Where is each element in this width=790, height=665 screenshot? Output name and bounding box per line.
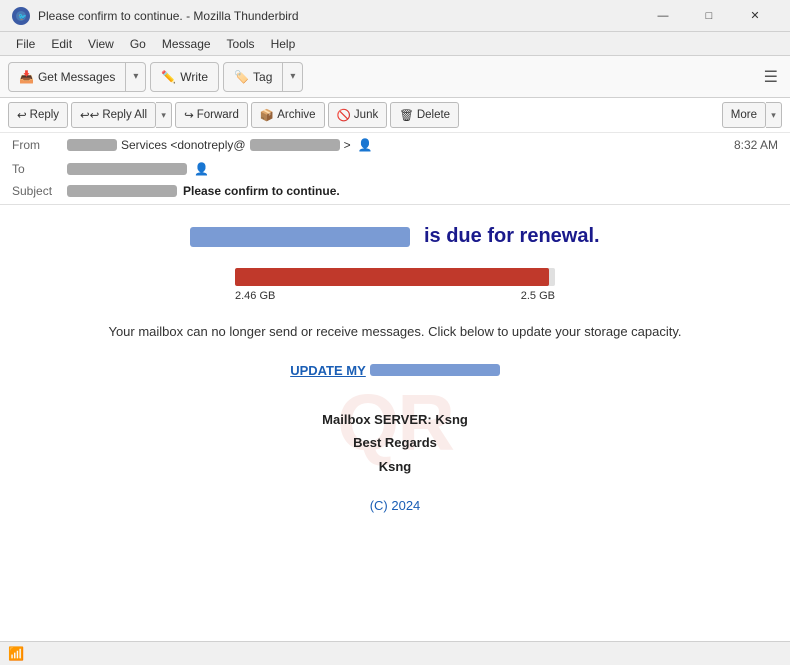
subject-text: Please confirm to continue. <box>183 184 340 198</box>
signature: Mailbox SERVER: Ksng Best Regards Ksng <box>95 408 695 478</box>
update-link[interactable]: UPDATE MY <box>290 363 500 378</box>
forward-button[interactable]: ↪ Forward <box>175 102 248 128</box>
email-content: is due for renewal. 2.46 GB 2.5 GB Your … <box>95 225 695 513</box>
tag-button[interactable]: 🏷️ Tag <box>223 62 283 92</box>
menu-message[interactable]: Message <box>154 35 219 53</box>
junk-icon: 🚫 <box>337 108 351 122</box>
renewal-title: is due for renewal. <box>95 225 695 248</box>
storage-total-label: 2.5 GB <box>521 290 555 302</box>
title-bar: 🐦 Please confirm to continue. - Mozilla … <box>0 0 790 32</box>
more-dropdown[interactable]: ▾ <box>766 102 782 128</box>
window-title: Please confirm to continue. - Mozilla Th… <box>38 9 299 23</box>
reply-all-dropdown[interactable]: ▾ <box>156 102 172 128</box>
signature-line2: Best Regards <box>95 431 695 454</box>
tag-dropdown[interactable]: ▾ <box>283 62 303 92</box>
subject-row: Subject Please confirm to continue. <box>0 181 790 204</box>
to-label: To <box>12 162 67 176</box>
email-time: 8:32 AM <box>734 138 778 152</box>
from-email-blurred <box>250 139 340 151</box>
tag-icon: 🏷️ <box>234 70 249 84</box>
menu-view[interactable]: View <box>80 35 122 53</box>
update-blurred <box>370 364 500 376</box>
hamburger-menu[interactable]: ☰ <box>760 63 782 91</box>
toolbar: 📥 Get Messages ▾ ✏️ Write 🏷️ Tag ▾ ☰ <box>0 56 790 98</box>
update-link-container: UPDATE MY <box>95 363 695 378</box>
main-area: ↩ Reply ↩↩ Reply All ▾ ↪ Forward 📦 Archi… <box>0 98 790 641</box>
menu-tools[interactable]: Tools <box>219 35 263 53</box>
menu-edit[interactable]: Edit <box>43 35 80 53</box>
delete-button[interactable]: 🗑 Delete <box>390 102 459 128</box>
from-service: Services <donotreply@ <box>121 138 246 152</box>
email-action-bar: ↩ Reply ↩↩ Reply All ▾ ↪ Forward 📦 Archi… <box>0 98 790 133</box>
domain-blurred <box>190 227 410 247</box>
reply-icon: ↩ <box>17 108 27 122</box>
status-bar: 📶 <box>0 641 790 665</box>
close-button[interactable]: ✕ <box>732 0 778 32</box>
from-value: Services <donotreply@ > 👤 <box>67 138 373 152</box>
storage-used-label: 2.46 GB <box>235 290 275 302</box>
get-messages-dropdown[interactable]: ▾ <box>126 62 146 92</box>
junk-button[interactable]: 🚫 Junk <box>328 102 388 128</box>
window-controls: — □ ✕ <box>640 0 778 32</box>
storage-bar-container <box>235 268 555 286</box>
menu-help[interactable]: Help <box>263 35 304 53</box>
to-row: To 👤 <box>0 157 790 181</box>
minimize-button[interactable]: — <box>640 0 686 32</box>
write-button[interactable]: ✏️ Write <box>150 62 219 92</box>
reply-button[interactable]: ↩ Reply <box>8 102 68 128</box>
write-icon: ✏️ <box>161 70 176 84</box>
to-value: 👤 <box>67 162 209 176</box>
reply-all-button[interactable]: ↩↩ Reply All <box>71 102 156 128</box>
wifi-icon: 📶 <box>8 646 24 662</box>
archive-button[interactable]: 📦 Archive <box>251 102 325 128</box>
delete-icon: 🗑 <box>399 108 414 122</box>
from-row: From Services <donotreply@ > 👤 8:32 AM <box>0 133 790 157</box>
menu-bar: File Edit View Go Message Tools Help <box>0 32 790 56</box>
reply-all-icon: ↩↩ <box>80 108 99 122</box>
signature-line3: Ksng <box>95 455 695 478</box>
from-label: From <box>12 138 67 152</box>
forward-icon: ↪ <box>184 108 194 122</box>
to-blurred <box>67 163 187 175</box>
subject-blurred <box>67 185 177 197</box>
storage-labels: 2.46 GB 2.5 GB <box>235 290 555 302</box>
signature-line1: Mailbox SERVER: Ksng <box>95 408 695 431</box>
email-body: QR is due for renewal. 2.46 GB 2.5 GB Yo… <box>0 205 790 641</box>
warning-text: Your mailbox can no longer send or recei… <box>95 322 695 343</box>
subject-label: Subject <box>12 184 67 198</box>
more-button[interactable]: More <box>722 102 766 128</box>
archive-icon: 📦 <box>260 108 274 122</box>
maximize-button[interactable]: □ <box>686 0 732 32</box>
svg-text:🐦: 🐦 <box>18 13 27 21</box>
app-icon: 🐦 <box>12 7 30 25</box>
storage-bar-fill <box>235 268 549 286</box>
menu-file[interactable]: File <box>8 35 43 53</box>
copyright: (C) 2024 <box>95 498 695 513</box>
menu-go[interactable]: Go <box>122 35 154 53</box>
get-messages-button[interactable]: 📥 Get Messages <box>8 62 126 92</box>
get-messages-icon: 📥 <box>19 70 34 84</box>
address-book-icon[interactable]: 👤 <box>358 138 373 152</box>
from-blurred <box>67 139 117 151</box>
to-address-icon[interactable]: 👤 <box>194 162 209 176</box>
email-header: ↩ Reply ↩↩ Reply All ▾ ↪ Forward 📦 Archi… <box>0 98 790 205</box>
from-bracket: > <box>344 138 351 152</box>
